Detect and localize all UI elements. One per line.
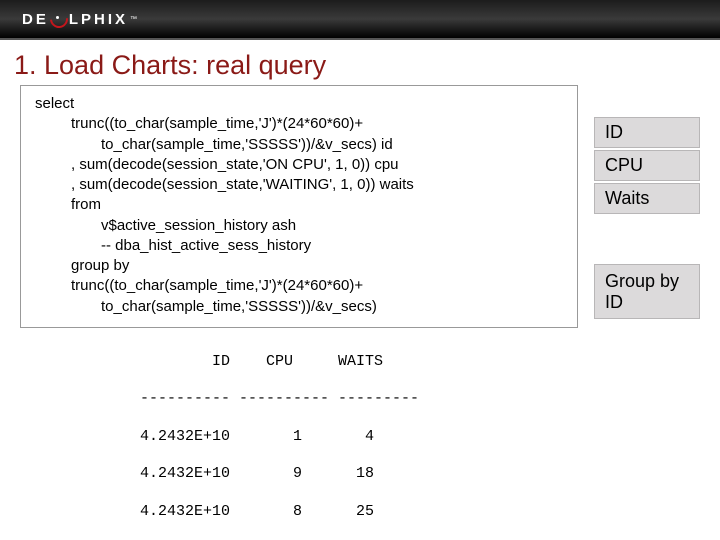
logo-tm: ™ <box>130 16 140 23</box>
sql-code-block: select trunc((to_char(sample_time,'J')*(… <box>20 85 578 328</box>
sql-line: group by <box>35 256 563 276</box>
sql-line: trunc((to_char(sample_time,'J')*(24*60*6… <box>35 114 563 134</box>
output-row: 4.2432E+10 9 18 <box>140 465 720 484</box>
output-row: 4.2432E+10 1 4 <box>140 428 720 447</box>
header-bar: D E L PHIX ™ <box>0 0 720 40</box>
annotation-column: ID CPU Waits Group by ID <box>594 117 700 319</box>
badge-cpu: CPU <box>594 150 700 181</box>
logo-text-d: D <box>22 11 36 28</box>
sql-line: , sum(decode(session_state,'WAITING', 1,… <box>35 175 563 195</box>
sql-line: trunc((to_char(sample_time,'J')*(24*60*6… <box>35 276 563 296</box>
logo-text-e: E <box>36 11 49 28</box>
output-separator: ---------- ---------- --------- <box>140 390 720 409</box>
badge-id: ID <box>594 117 700 148</box>
content-area: select trunc((to_char(sample_time,'J')*(… <box>0 85 720 328</box>
query-output: ID CPU WAITS ---------- ---------- -----… <box>140 334 720 540</box>
badge-group-by: Group by ID <box>594 264 700 319</box>
sql-line: from <box>35 195 563 215</box>
swirl-icon <box>50 10 68 28</box>
sql-line: to_char(sample_time,'SSSSS'))/&v_secs) i… <box>35 135 563 155</box>
logo: D E L PHIX ™ <box>22 10 140 28</box>
output-row: 4.2432E+10 8 25 <box>140 503 720 522</box>
logo-text-phix: PHIX <box>81 11 128 28</box>
slide-title: 1. Load Charts: real query <box>14 50 720 81</box>
logo-text-l: L <box>69 11 81 28</box>
sql-line: to_char(sample_time,'SSSSS'))/&v_secs) <box>35 297 563 317</box>
badge-waits: Waits <box>594 183 700 214</box>
sql-line: select <box>35 94 563 114</box>
output-header: ID CPU WAITS <box>140 353 720 372</box>
sql-line: -- dba_hist_active_sess_history <box>35 236 563 256</box>
sql-line: , sum(decode(session_state,'ON CPU', 1, … <box>35 155 563 175</box>
sql-line: v$active_session_history ash <box>35 216 563 236</box>
